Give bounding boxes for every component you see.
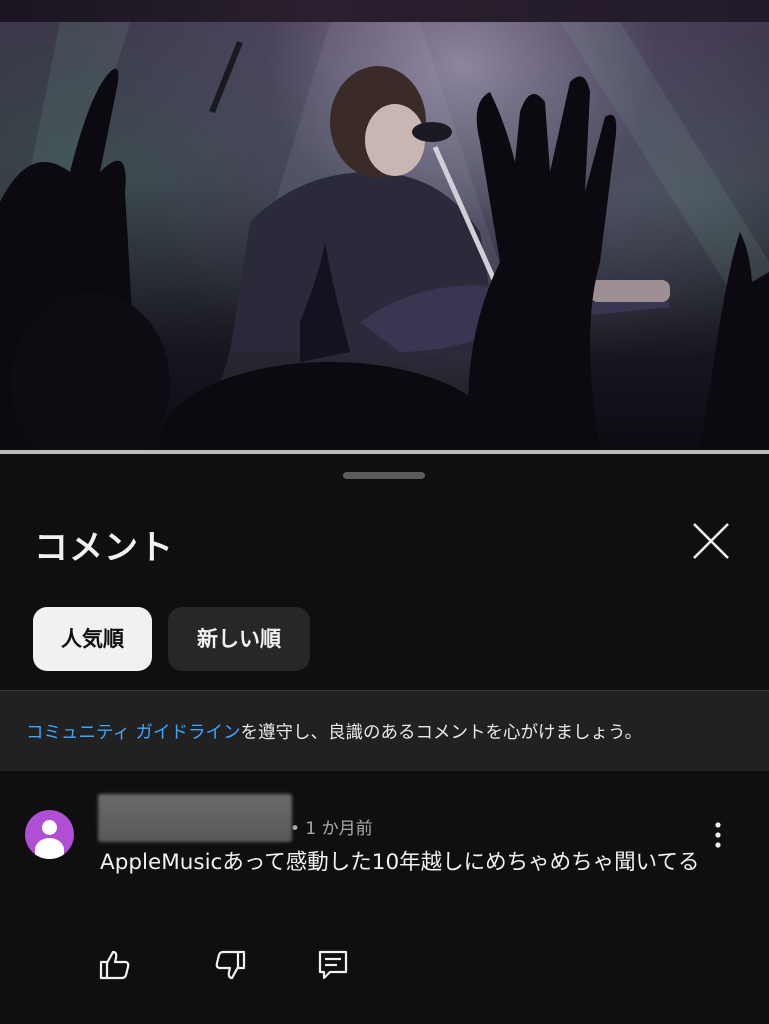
community-guideline-banner: コミュニティ ガイドラインを遵守し、良識のあるコメントを心がけましょう。 xyxy=(0,690,769,771)
comments-sheet: コメント 人気順 新しい順 コミュニティ ガイドラインを遵守し、良識のあるコメン… xyxy=(0,454,769,1024)
like-icon[interactable] xyxy=(98,948,132,982)
guideline-text: コミュニティ ガイドラインを遵守し、良識のあるコメントを心がけましょう。 xyxy=(26,719,642,744)
reply-icon[interactable] xyxy=(316,948,350,982)
guideline-message: を遵守し、良識のあるコメントを心がけましょう。 xyxy=(240,723,642,743)
drag-handle[interactable] xyxy=(343,472,425,479)
avatar[interactable] xyxy=(25,810,74,859)
status-bar-strip xyxy=(0,0,769,22)
username-redacted xyxy=(98,794,292,842)
comment-text: AppleMusicあって感動した10年越しにめちゃめちゃ聞いてる xyxy=(100,850,700,875)
video-player[interactable] xyxy=(0,22,769,450)
comment-item: • 1 か月前 AppleMusicあって感動した10年越しにめちゃめちゃ聞いて… xyxy=(0,770,769,1024)
comment-time: • 1 か月前 xyxy=(290,819,373,839)
guideline-link[interactable]: コミュニティ ガイドライン xyxy=(26,723,241,743)
close-icon[interactable] xyxy=(688,518,734,564)
concert-scene xyxy=(0,22,769,450)
dislike-icon[interactable] xyxy=(213,948,247,982)
sheet-title: コメント xyxy=(34,528,174,568)
sort-chip-popular[interactable]: 人気順 xyxy=(33,607,152,671)
sort-chip-newest[interactable]: 新しい順 xyxy=(168,607,310,671)
